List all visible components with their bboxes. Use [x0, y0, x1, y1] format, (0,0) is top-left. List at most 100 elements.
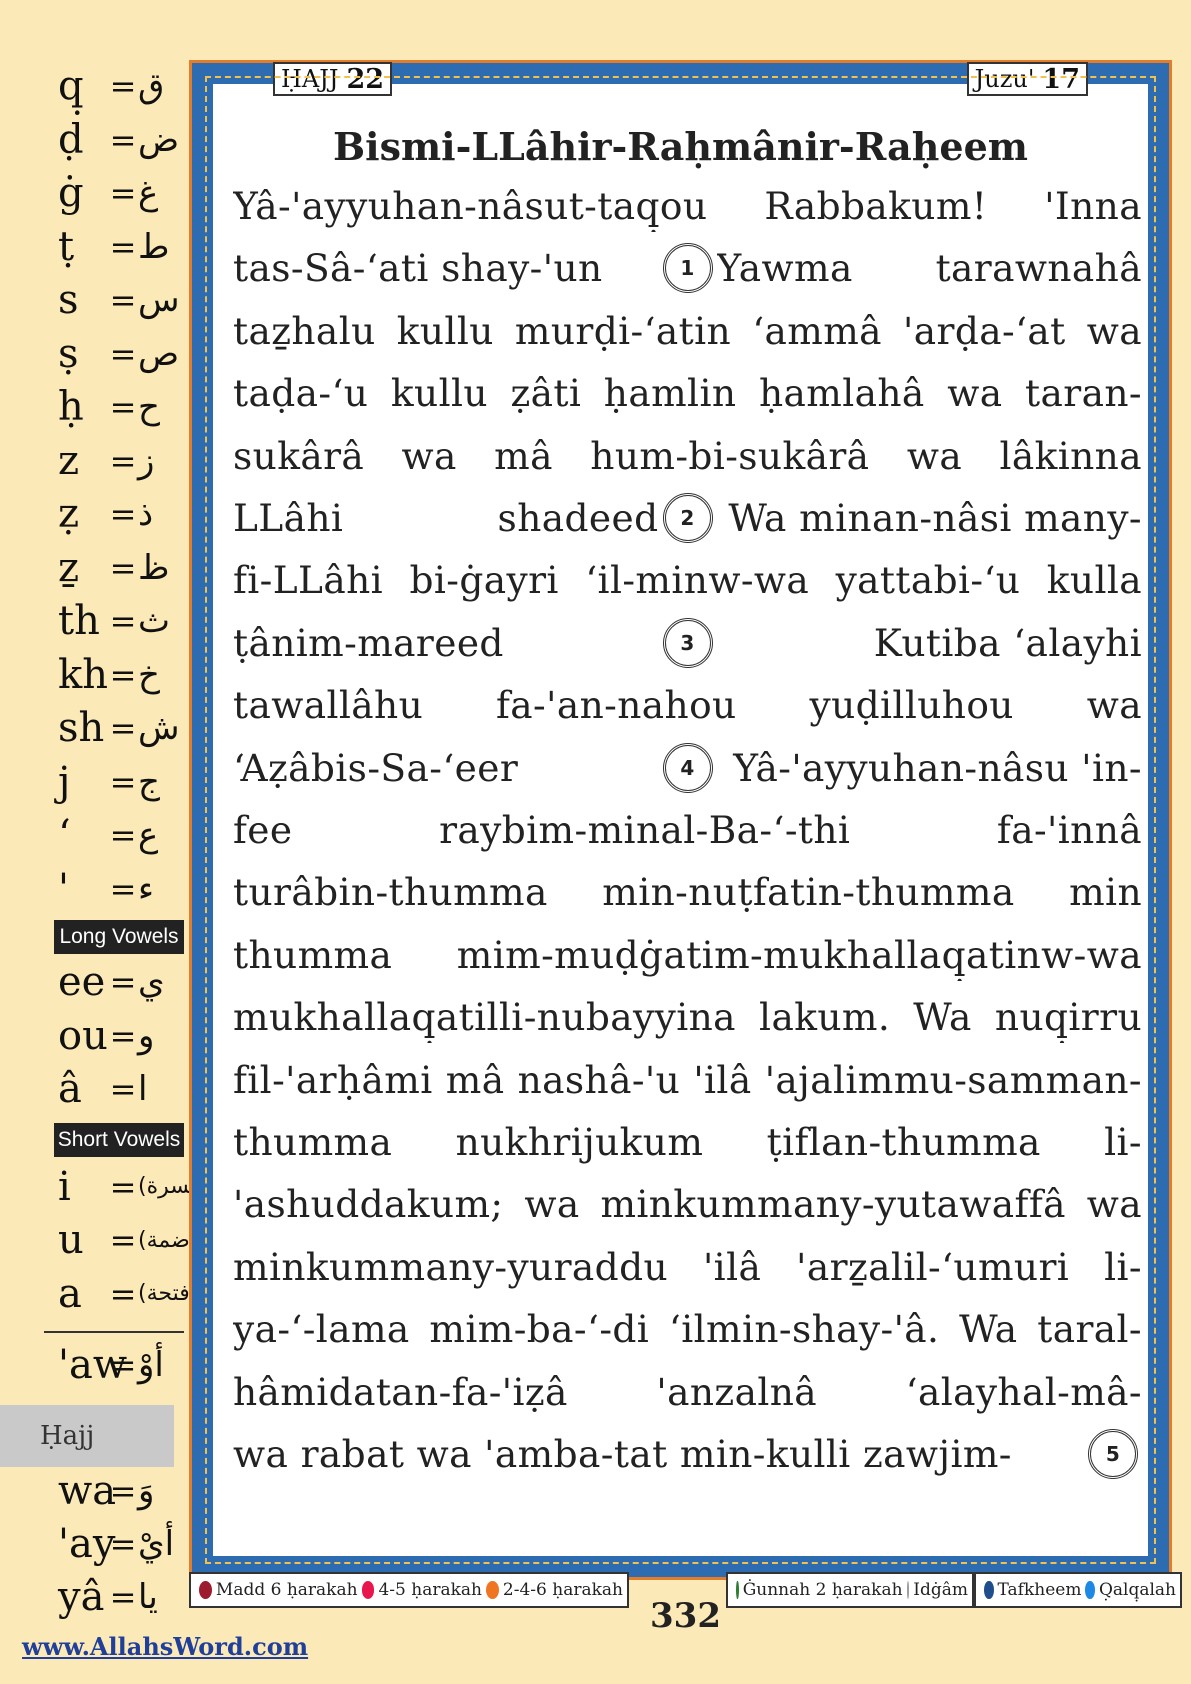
verse-segment: fil-'arḥâmi mâ nashâ-'u 'ilâ 'ajalimmu-s…	[233, 1057, 1142, 1102]
verse-segment: tawallâhu fa-'an-nahou yuḍilluhou wa yah…	[233, 683, 1142, 728]
arabic-letter: (فتحة)	[138, 1281, 198, 1306]
legend-qalqalah: Q̣alq̣alah	[1098, 1580, 1176, 1600]
latin-letter: wa	[58, 1468, 117, 1514]
translit-row: s = س	[58, 274, 186, 326]
gunnah-dot	[736, 1581, 739, 1599]
equals-sign: =	[109, 281, 137, 319]
latin-letter: ḍ	[58, 116, 84, 163]
verse-segment: LLâhi shadeed	[233, 496, 659, 540]
latin-letter: 'ay	[58, 1521, 116, 1567]
equals-sign: =	[109, 602, 137, 640]
sura-header: ḤAJJ 22	[273, 62, 393, 96]
verse-line: ṭânim-mareed 3 Kutiba ʻalayhi 'annahou man…	[233, 611, 1142, 675]
arabic-letter: أيْ	[138, 1524, 175, 1564]
equals-sign: =	[109, 1274, 137, 1313]
madd6-dot	[199, 1581, 212, 1599]
arabic-letter: خ	[138, 654, 160, 695]
legend-madd6: Madd 6 ḥarakah	[215, 1580, 358, 1600]
website-link[interactable]: www.AllahsWord.com	[22, 1632, 308, 1661]
juz-number: 17	[1042, 63, 1080, 95]
verse-line: ʻAẓâbis-Sa-ʻeer 4 Yâ-'ayyuhan-nâsu 'in-kun…	[233, 736, 1142, 800]
translit-row: ẕ = ظ	[58, 542, 186, 594]
verse-segment: Kutiba ʻalayhi 'annahou man-	[873, 620, 1142, 665]
translit-row: ʻ = ع	[58, 809, 186, 861]
equals-sign: =	[109, 1346, 137, 1384]
verse-segment: ṭânim-mareed	[233, 620, 504, 665]
juz-header: Juzu' 17	[966, 62, 1088, 96]
verse-line: LLâhi shadeed2 Wa minan-nâsi many-yujâdil…	[233, 486, 1142, 550]
latin-letter: s	[58, 277, 79, 323]
equals-sign: =	[109, 67, 137, 105]
translit-row: q̣ = ق	[58, 60, 186, 112]
latin-letter: '	[58, 865, 69, 912]
verse-segment: turâbin-thumma min-nuṭfatin-thumma min ʻ…	[233, 870, 1142, 915]
verse-segment: mukhallaq̣atilli-nubayyina lakum. Wa nuq…	[233, 995, 1142, 1040]
equals-sign: =	[109, 1525, 137, 1563]
arabic-letter: ا	[138, 1069, 148, 1109]
latin-letter: ẓ	[58, 491, 80, 537]
equals-sign: =	[109, 1472, 137, 1510]
arabic-letter: أوْ	[138, 1345, 164, 1385]
translit-row: ou = و	[58, 1010, 186, 1062]
arabic-letter: س	[138, 280, 180, 320]
verse-segment: Yâ-'ayyuhan-nâsut-taq̣ou Rabbakum! 'Inna…	[233, 184, 1142, 228]
verse-segment: taḍa-ʻu kullu ẓâti ḥamlin ḥamlahâ wa tar…	[233, 371, 1142, 416]
verse-segment: minkummany-yuraddu 'ilâ 'arẕalil-ʻumuri …	[233, 1244, 1142, 1289]
quran-page-frame: ḤAJJ 22 Juzu' 17 Bismi-LLâhir-Raḥmânir-R…	[189, 60, 1172, 1580]
arabic-letter: غ	[138, 173, 159, 213]
verse-segment: taẕhalu kullu murḍi-ʻatin ʻammâ 'arḍa-ʻa…	[233, 308, 1142, 353]
ayah-number-marker: 2	[662, 493, 713, 543]
arabic-letter: ز	[138, 440, 155, 481]
latin-letter: sh	[58, 705, 105, 751]
latin-letter: ẕ	[58, 544, 80, 591]
latin-letter: u	[58, 1217, 84, 1263]
latin-letter: q̣	[58, 63, 84, 109]
verse-line: taḍa-ʻu kullu ẓâti ḥamlin ḥamlahâ wa tar…	[233, 361, 1142, 425]
verse-line: mukhallaq̣atilli-nubayyina lakum. Wa nuq…	[233, 985, 1142, 1049]
verse-segment: fi-LLâhi bi-ġayri ʻil-minw-wa yattabi-ʻu…	[233, 558, 1142, 603]
latin-letter: i	[58, 1163, 71, 1210]
equals-sign: =	[109, 227, 137, 266]
ayah-number-marker: 3	[662, 617, 713, 668]
bismillah: Bismi-LLâhir-Raḥmânir-Raḥeem	[333, 124, 1028, 169]
equals-sign: =	[109, 963, 137, 1001]
juz-name: Juzu'	[974, 65, 1035, 93]
translit-row: ẓ = ذ	[58, 488, 186, 540]
equals-sign: =	[109, 495, 137, 533]
verse-line: fil-'arḥâmi mâ nashâ-'u 'ilâ 'ajalimmu-s…	[233, 1048, 1142, 1112]
translit-row: ġ = غ	[58, 167, 186, 219]
verse-segment: Yâ-'ayyuhan-nâsu 'in-kuntum	[733, 745, 1142, 790]
equals-sign: =	[109, 174, 137, 212]
equals-sign: =	[109, 1167, 137, 1206]
translit-row: wa = وَ	[58, 1465, 186, 1517]
verse-line: 'ashuddakum; wa minkummany-yutawaffâ wa	[233, 1172, 1142, 1236]
translit-row: ṣ = ص	[58, 328, 186, 380]
sura-tab[interactable]: Ḥajj	[0, 1405, 174, 1467]
latin-letter: ʻ	[58, 812, 71, 858]
translit-row: u =(ضمة)	[58, 1214, 198, 1266]
verse-segment: tas-Sâ-ʻati shay-'un ʻaẓeem	[233, 246, 603, 291]
verse-line: ya-ʻ-lama mim-ba-ʻ-di ʻilmin-shay-'â. Wa…	[233, 1297, 1142, 1361]
ayah-number-marker: 5	[1088, 1429, 1138, 1479]
arabic-letter: ث	[138, 601, 171, 641]
idgham-dot	[906, 1581, 910, 1599]
equals-sign: =	[109, 816, 137, 854]
arabic-letter: ظ	[138, 547, 170, 588]
translit-row: â = ا	[58, 1063, 186, 1115]
latin-letter: ṣ	[58, 330, 79, 377]
equals-sign: =	[109, 1221, 137, 1259]
long-vowels-label: Long Vowels	[54, 920, 184, 954]
arabic-letter: ض	[138, 119, 180, 160]
legend-gunnah: Ġunnah 2 ḥarakah Idġâm	[726, 1572, 974, 1608]
latin-letter: yâ	[58, 1574, 105, 1620]
ayah-number-marker: 4	[662, 742, 713, 793]
verse-segment: fee raybim-minal-Ba-ʻ-thi fa-'innâ khala…	[233, 808, 1142, 852]
translit-row: ee = ي	[58, 956, 186, 1008]
arabic-letter: ء	[138, 868, 154, 909]
equals-sign: =	[109, 1070, 137, 1108]
verse-segment: Yawma tarawnahâ	[716, 246, 1142, 291]
sura-number: 22	[346, 63, 385, 95]
translit-row: th = ث	[58, 595, 186, 647]
translit-row: i =(كسرة)	[58, 1161, 209, 1213]
arabic-letter: ط	[138, 226, 170, 267]
